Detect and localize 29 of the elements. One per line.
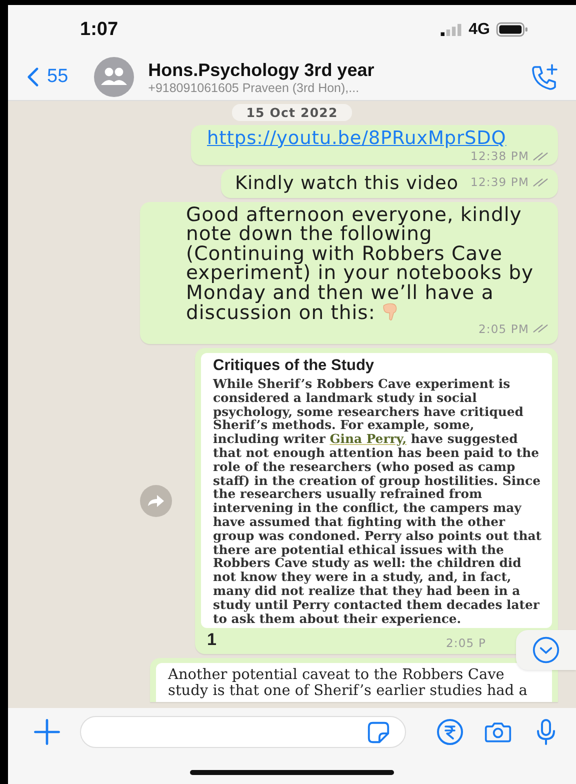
date-chip: 15 Oct 2022 bbox=[232, 104, 352, 121]
battery-icon bbox=[496, 22, 528, 37]
author-link[interactable]: Gina Perry, bbox=[330, 431, 407, 446]
message-time: 12:38 PM bbox=[470, 149, 529, 163]
plus-icon[interactable] bbox=[32, 717, 62, 747]
message-caption: 1 bbox=[207, 630, 216, 650]
message-text: Good afternoon everyone, kindly note down the following (Continuing with Robbers Cave experiment) in your notebooks by Monday and then we’ll have a discussion on this: bbox=[186, 204, 535, 322]
document-text: Another potential caveat to the Robbers Cave study is that one of Sherif’s earlier studies had a bbox=[168, 667, 528, 700]
group-avatar-icon[interactable] bbox=[94, 57, 134, 97]
document-heading: Critiques of the Study bbox=[213, 357, 376, 375]
chat-title[interactable]: Hons.Psychology 3rd year bbox=[148, 60, 528, 80]
message-text: Kindly watch this video bbox=[234, 174, 459, 194]
chat-members[interactable]: +918091061605 Praveen (3rd Hon),... bbox=[148, 80, 528, 94]
message-time: 12:39 PM bbox=[470, 174, 529, 191]
chevron-down-circle-icon bbox=[532, 636, 560, 664]
clock-time: 1:07 bbox=[80, 18, 118, 40]
back-chevron-icon[interactable] bbox=[26, 67, 39, 87]
signal-icon bbox=[438, 23, 463, 36]
message-link[interactable]: https://youtu.be/8PRuxMprSDQ bbox=[207, 128, 548, 149]
rupee-payment-icon[interactable] bbox=[436, 718, 464, 746]
forward-button-icon[interactable] bbox=[140, 485, 172, 518]
message-time: 2:05 PM bbox=[478, 320, 529, 338]
message-time: 2:05 P bbox=[446, 636, 486, 650]
network-label: 4G bbox=[468, 20, 490, 38]
document-text: While Sherif’s Robbers Cave experiment is considered a landmark study in social psychology, some researchers have critiqued Sherif’s methods. For example, some, including writer Gina Perry, have suggested that not enough attention has been paid to the role of the researchers (who posed as camp staff) in the creation of group hostilities. Since the researchers usually refrained from intervening in the conflict, the campers may have assumed that fighting with the other group was condoned. Perry also points out that there are potential ethical issues with the Robbers Cave study as well: the children did not know they were in a study, and, in fact, many did not realize that they had been in a study until Perry contacted them decades later to ask them about their experience. bbox=[213, 377, 543, 626]
message-input-field[interactable] bbox=[80, 716, 406, 748]
back-count[interactable]: 55 bbox=[47, 66, 68, 88]
scroll-down-button[interactable] bbox=[516, 630, 576, 670]
sticker-icon[interactable] bbox=[366, 720, 391, 744]
